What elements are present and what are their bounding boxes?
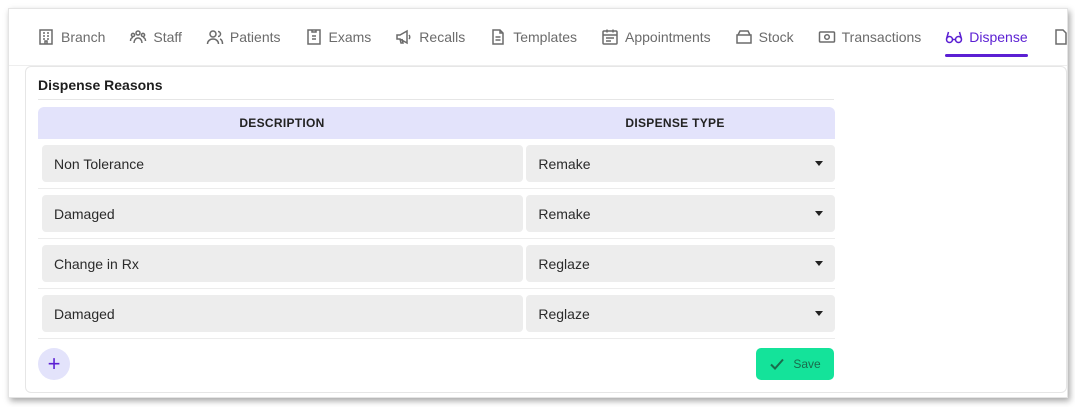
tab-recalls[interactable]: Recalls — [395, 9, 465, 65]
calendar-icon — [602, 29, 618, 45]
caret-down-icon — [815, 161, 823, 166]
add-row-button[interactable]: + — [38, 348, 70, 380]
tab-branch[interactable]: Branch — [37, 9, 105, 65]
money-icon — [818, 31, 835, 43]
exam-icon — [306, 29, 321, 45]
glasses-icon — [946, 31, 963, 44]
tab-label: Stock — [758, 29, 794, 45]
building-icon — [39, 29, 53, 45]
staff-icon — [130, 30, 147, 44]
tab-label: Patients — [229, 29, 281, 45]
column-header-description: DESCRIPTION — [239, 116, 325, 130]
dispense-type-select[interactable]: Remake — [526, 145, 835, 182]
caret-down-icon — [815, 261, 823, 266]
app-window: Branch Staff Patients Exams Recalls Temp… — [8, 8, 1068, 398]
dispense-type-select[interactable]: Remake — [526, 195, 835, 232]
megaphone-icon — [396, 29, 411, 45]
table-row: Damaged Remake — [38, 189, 835, 239]
tab-dispense[interactable]: Dispense — [945, 9, 1029, 65]
tab-label: Templates — [513, 29, 578, 45]
caret-down-icon — [815, 211, 823, 216]
table-row: Non Tolerance Remake — [38, 139, 835, 189]
tab-exams[interactable]: Exams — [305, 9, 372, 65]
dispense-type-value: Remake — [538, 155, 591, 172]
tab-label: Staff — [153, 29, 182, 45]
plus-icon: + — [47, 351, 61, 376]
save-label: Save — [793, 357, 821, 371]
tab-templates[interactable]: Templates — [489, 9, 577, 65]
tab-stock[interactable]: Stock — [735, 9, 794, 65]
description-field[interactable]: Non Tolerance — [42, 145, 524, 182]
tab-staff[interactable]: Staff — [129, 9, 182, 65]
dispense-type-select[interactable]: Reglaze — [526, 295, 835, 332]
dispense-reasons-card: Dispense Reasons DESCRIPTION DISPENSE TY… — [25, 66, 1067, 393]
tab-bar: Branch Staff Patients Exams Recalls Temp… — [9, 9, 1067, 66]
check-icon — [770, 358, 785, 370]
description-field[interactable]: Change in Rx — [42, 245, 524, 282]
caret-down-icon — [815, 311, 823, 316]
tab-patients[interactable]: Patients — [206, 9, 281, 65]
tab-appointments[interactable]: Appointments — [601, 9, 711, 65]
users-icon — [206, 30, 224, 45]
table-row: Change in Rx Reglaze — [38, 239, 835, 289]
description-field[interactable]: Damaged — [42, 195, 524, 232]
save-button[interactable]: Save — [756, 348, 834, 380]
dispense-type-value: Reglaze — [538, 305, 590, 322]
description-field[interactable]: Damaged — [42, 295, 524, 332]
tab-label: Appointments — [625, 29, 711, 45]
dispense-type-value: Remake — [538, 205, 591, 222]
tab-label: Recalls — [419, 29, 466, 45]
document-icon — [492, 29, 504, 45]
tab-transactions[interactable]: Transactions — [818, 9, 922, 65]
table-row: Damaged Reglaze — [38, 289, 835, 339]
tab-label: Transactions — [841, 29, 922, 45]
section-title: Dispense Reasons — [38, 77, 834, 100]
document-icon — [1054, 29, 1067, 45]
tab-label: Branch — [61, 29, 106, 45]
column-header-dispense-type: DISPENSE TYPE — [625, 116, 725, 130]
table-header: DESCRIPTION DISPENSE TYPE — [38, 107, 835, 139]
dispense-reasons-table: DESCRIPTION DISPENSE TYPE Non Tolerance … — [38, 107, 835, 339]
box-icon — [735, 30, 752, 44]
dispense-type-value: Reglaze — [538, 255, 590, 272]
tab-more[interactable] — [1052, 9, 1067, 65]
dispense-type-select[interactable]: Reglaze — [526, 245, 835, 282]
tab-label: Dispense — [969, 29, 1028, 45]
tab-label: Exams — [328, 29, 372, 45]
